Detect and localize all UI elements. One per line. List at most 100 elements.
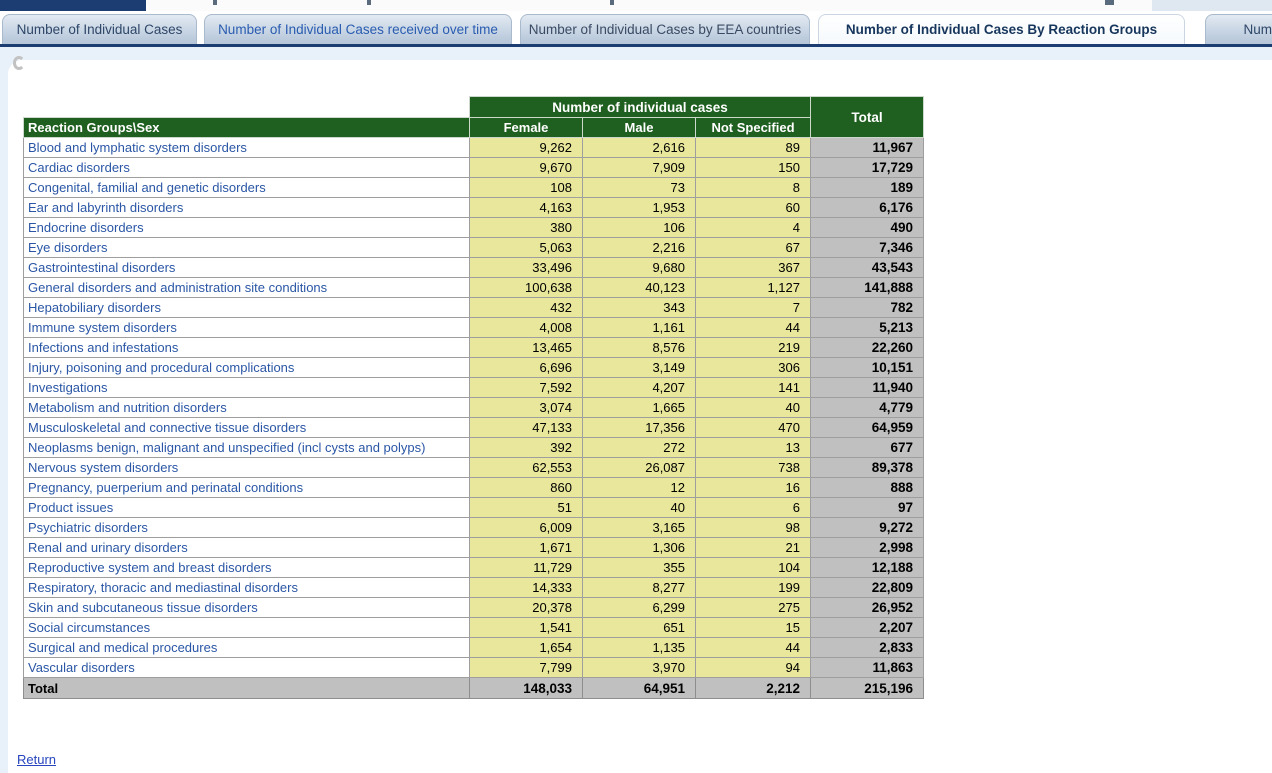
- reaction-group-label[interactable]: Surgical and medical procedures: [24, 638, 470, 658]
- reaction-group-label[interactable]: Musculoskeletal and connective tissue di…: [24, 418, 470, 438]
- cell-total: 22,809: [811, 578, 924, 598]
- reaction-group-label[interactable]: Investigations: [24, 378, 470, 398]
- table-header-row-group: Number of individual cases Total: [24, 97, 924, 118]
- cell-female: 7,592: [470, 378, 583, 398]
- reaction-group-label[interactable]: Blood and lymphatic system disorders: [24, 138, 470, 158]
- reaction-group-label[interactable]: Gastrointestinal disorders: [24, 258, 470, 278]
- cell-female: 380: [470, 218, 583, 238]
- tab-number-of-individual-cases-received-over-time[interactable]: Number of Individual Cases received over…: [204, 14, 512, 44]
- reaction-groups-table: Number of individual cases Total Reactio…: [23, 96, 924, 699]
- cell-male: 9,680: [583, 258, 696, 278]
- cell-female: 11,729: [470, 558, 583, 578]
- reaction-group-label[interactable]: Social circumstances: [24, 618, 470, 638]
- cell-not-specified: 275: [696, 598, 811, 618]
- table-header-row-columns: Reaction Groups\Sex Female Male Not Spec…: [24, 118, 924, 138]
- cell-female: 62,553: [470, 458, 583, 478]
- tab-number-of-individual-cases-by-reaction-groups[interactable]: Number of Individual Cases By Reaction G…: [818, 14, 1185, 44]
- cell-female: 1,671: [470, 538, 583, 558]
- cell-total: 11,967: [811, 138, 924, 158]
- cell-female: 1,541: [470, 618, 583, 638]
- tab-number-of[interactable]: Number of: [1205, 14, 1272, 44]
- cell-female: 6,696: [470, 358, 583, 378]
- cell-total: 11,863: [811, 658, 924, 678]
- reaction-group-label[interactable]: Renal and urinary disorders: [24, 538, 470, 558]
- cell-not-specified: 40: [696, 398, 811, 418]
- cell-female: 33,496: [470, 258, 583, 278]
- reaction-group-label[interactable]: Ear and labyrinth disorders: [24, 198, 470, 218]
- cell-male: 1,665: [583, 398, 696, 418]
- reaction-group-label[interactable]: Metabolism and nutrition disorders: [24, 398, 470, 418]
- reaction-group-label[interactable]: Cardiac disorders: [24, 158, 470, 178]
- reaction-group-label[interactable]: Product issues: [24, 498, 470, 518]
- reaction-group-label[interactable]: Infections and infestations: [24, 338, 470, 358]
- cell-female: 6,009: [470, 518, 583, 538]
- tab-number-of-individual-cases-by-eea-countries[interactable]: Number of Individual Cases by EEA countr…: [520, 14, 810, 44]
- reaction-group-label[interactable]: Psychiatric disorders: [24, 518, 470, 538]
- column-header-male: Male: [583, 118, 696, 138]
- total-row-female: 148,033: [470, 678, 583, 699]
- reaction-group-label[interactable]: Nervous system disorders: [24, 458, 470, 478]
- top-white-panel-edge: [146, 0, 1152, 11]
- cell-not-specified: 104: [696, 558, 811, 578]
- cell-male: 355: [583, 558, 696, 578]
- reaction-group-label[interactable]: Pregnancy, puerperium and perinatal cond…: [24, 478, 470, 498]
- cell-male: 6,299: [583, 598, 696, 618]
- cell-male: 3,149: [583, 358, 696, 378]
- cell-not-specified: 60: [696, 198, 811, 218]
- table-row: Surgical and medical procedures1,6541,13…: [24, 638, 924, 658]
- cell-not-specified: 89: [696, 138, 811, 158]
- cropped-text-artifact: [610, 0, 614, 5]
- cell-total: 490: [811, 218, 924, 238]
- total-row: Total 148,033 64,951 2,212 215,196: [24, 678, 924, 699]
- cell-not-specified: 13: [696, 438, 811, 458]
- cell-not-specified: 8: [696, 178, 811, 198]
- cell-total: 17,729: [811, 158, 924, 178]
- reaction-group-label[interactable]: Immune system disorders: [24, 318, 470, 338]
- cell-female: 860: [470, 478, 583, 498]
- reaction-group-label[interactable]: Eye disorders: [24, 238, 470, 258]
- cell-male: 272: [583, 438, 696, 458]
- cell-total: 5,213: [811, 318, 924, 338]
- cell-male: 1,953: [583, 198, 696, 218]
- cropped-text-artifact: [1105, 0, 1114, 5]
- cell-male: 26,087: [583, 458, 696, 478]
- cell-not-specified: 470: [696, 418, 811, 438]
- cell-male: 8,277: [583, 578, 696, 598]
- cell-male: 3,165: [583, 518, 696, 538]
- reaction-group-label[interactable]: Reproductive system and breast disorders: [24, 558, 470, 578]
- reaction-group-label[interactable]: Skin and subcutaneous tissue disorders: [24, 598, 470, 618]
- cell-not-specified: 738: [696, 458, 811, 478]
- column-header-female: Female: [470, 118, 583, 138]
- cell-total: 189: [811, 178, 924, 198]
- blank-header-cell: [24, 97, 470, 118]
- reaction-group-label[interactable]: Hepatobiliary disorders: [24, 298, 470, 318]
- table-row: Social circumstances1,541651152,207: [24, 618, 924, 638]
- table-row: Neoplasms benign, malignant and unspecif…: [24, 438, 924, 458]
- reaction-group-label[interactable]: Respiratory, thoracic and mediastinal di…: [24, 578, 470, 598]
- table-row: Immune system disorders4,0081,161445,213: [24, 318, 924, 338]
- reaction-group-label[interactable]: Neoplasms benign, malignant and unspecif…: [24, 438, 470, 458]
- table-row: Nervous system disorders62,55326,0877388…: [24, 458, 924, 478]
- total-row-male: 64,951: [583, 678, 696, 699]
- tab-number-of-individual-cases[interactable]: Number of Individual Cases: [2, 14, 197, 44]
- reaction-group-label[interactable]: Congenital, familial and genetic disorde…: [24, 178, 470, 198]
- cell-male: 2,616: [583, 138, 696, 158]
- reaction-group-label[interactable]: Vascular disorders: [24, 658, 470, 678]
- table-row: Metabolism and nutrition disorders3,0741…: [24, 398, 924, 418]
- table-row: Pregnancy, puerperium and perinatal cond…: [24, 478, 924, 498]
- cell-not-specified: 306: [696, 358, 811, 378]
- cell-not-specified: 199: [696, 578, 811, 598]
- return-link[interactable]: Return: [17, 752, 56, 767]
- cell-total: 10,151: [811, 358, 924, 378]
- cropped-text-artifact: [213, 0, 217, 5]
- cell-male: 4,207: [583, 378, 696, 398]
- cell-male: 12: [583, 478, 696, 498]
- cell-total: 12,188: [811, 558, 924, 578]
- reaction-group-label[interactable]: Endocrine disorders: [24, 218, 470, 238]
- cropped-top-strip: [0, 0, 1272, 11]
- reaction-group-label[interactable]: Injury, poisoning and procedural complic…: [24, 358, 470, 378]
- cell-female: 14,333: [470, 578, 583, 598]
- cropped-text-artifact: [367, 0, 371, 5]
- reaction-group-label[interactable]: General disorders and administration sit…: [24, 278, 470, 298]
- cell-female: 9,262: [470, 138, 583, 158]
